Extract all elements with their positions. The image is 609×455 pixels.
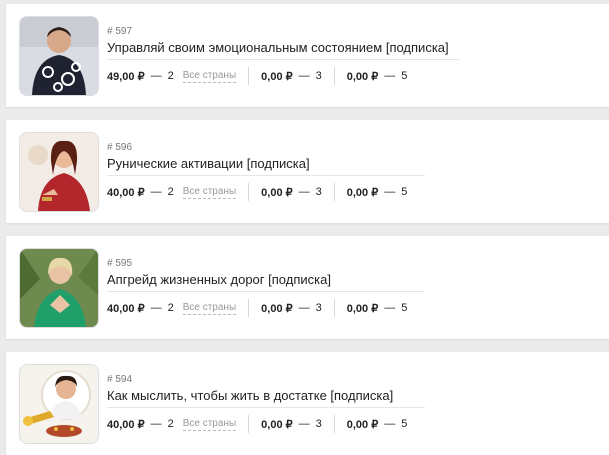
divider [333,67,335,85]
price-tier-2: 0,00 ₽ — 3 [261,186,322,199]
price-tier-3: 0,00 ₽ — 5 [347,418,408,431]
price-tier-1: 40,00 ₽ — 2 Все страны [107,302,237,315]
dash: — [384,418,396,430]
dash: — [384,70,396,82]
product-title[interactable]: Апгрейд жизненных дорог [подписка] [107,272,331,287]
tier-count: 3 [315,70,322,82]
dash: — [298,186,310,198]
product-card[interactable]: # 594 Как мыслить, чтобы жить в достатке… [6,352,609,455]
tier-count: 3 [315,186,322,198]
price-tier-3: 0,00 ₽ — 5 [347,70,408,83]
price-tier-3: 0,00 ₽ — 5 [347,302,408,315]
dash: — [150,418,162,430]
divider [248,415,250,433]
price-value: 40,00 ₽ [107,186,145,199]
tier-count: 2 [167,418,174,430]
product-card[interactable]: # 595 Апгрейд жизненных дорог [подписка]… [6,236,609,339]
price-row: 40,00 ₽ — 2 Все страны 0,00 ₽ — 3 0,00 ₽… [107,414,407,434]
product-thumbnail[interactable] [19,132,99,212]
price-value: 40,00 ₽ [107,418,145,431]
tier-count: 2 [167,186,174,198]
price-tier-2: 0,00 ₽ — 3 [261,418,322,431]
tier-count: 2 [167,70,174,82]
divider [333,415,335,433]
price-row: 49,00 ₽ — 2 Все страны 0,00 ₽ — 3 0,00 ₽… [107,66,407,86]
price-value: 40,00 ₽ [107,302,145,315]
price-value: 0,00 ₽ [261,302,293,315]
price-value: 0,00 ₽ [261,418,293,431]
divider [107,59,459,60]
dash: — [298,302,310,314]
dash: — [150,186,162,198]
price-value: 0,00 ₽ [261,186,293,199]
product-card[interactable]: # 597 Управляй своим эмоциональным состо… [6,4,609,107]
product-title[interactable]: Рунические активации [подписка] [107,156,310,171]
price-tier-1: 49,00 ₽ — 2 Все страны [107,70,237,83]
price-value: 0,00 ₽ [261,70,293,83]
price-value: 0,00 ₽ [346,418,379,431]
product-id: # 594 [107,374,133,385]
price-tier-2: 0,00 ₽ — 3 [261,302,322,315]
price-tier-1: 40,00 ₽ — 2 Все страны [107,186,237,199]
divider [248,183,250,201]
dash: — [150,302,162,314]
price-tier-2: 0,00 ₽ — 3 [261,70,322,83]
dash: — [384,302,396,314]
countries-link[interactable]: Все страны [182,70,237,83]
tier-count: 5 [401,70,408,82]
countries-link[interactable]: Все страны [182,186,237,199]
tier-count: 3 [315,302,322,314]
divider [248,299,250,317]
price-value: 0,00 ₽ [346,302,379,315]
product-thumbnail[interactable] [19,248,99,328]
divider [107,407,425,408]
tier-count: 5 [401,186,408,198]
product-id: # 595 [107,258,133,269]
price-value: 49,00 ₽ [107,70,145,83]
divider [333,299,335,317]
countries-link[interactable]: Все страны [182,418,237,431]
product-thumbnail[interactable] [19,364,99,444]
dash: — [298,418,310,430]
divider [107,291,425,292]
tier-count: 5 [401,418,408,430]
tier-count: 5 [401,302,408,314]
price-tier-3: 0,00 ₽ — 5 [347,186,408,199]
price-value: 0,00 ₽ [346,186,379,199]
dash: — [150,70,162,82]
tier-count: 2 [167,302,174,314]
product-id: # 597 [107,26,133,37]
divider [248,67,250,85]
divider [107,175,425,176]
product-card[interactable]: # 596 Рунические активации [подписка] 40… [6,120,609,223]
price-row: 40,00 ₽ — 2 Все страны 0,00 ₽ — 3 0,00 ₽… [107,298,407,318]
product-title[interactable]: Управляй своим эмоциональным состоянием … [107,40,449,55]
countries-link[interactable]: Все страны [182,302,237,315]
price-tier-1: 40,00 ₽ — 2 Все страны [107,418,237,431]
dash: — [298,70,310,82]
divider [333,183,335,201]
price-value: 0,00 ₽ [346,70,379,83]
product-thumbnail[interactable] [19,16,99,96]
price-row: 40,00 ₽ — 2 Все страны 0,00 ₽ — 3 0,00 ₽… [107,182,407,202]
product-title[interactable]: Как мыслить, чтобы жить в достатке [подп… [107,388,393,403]
dash: — [384,186,396,198]
product-id: # 596 [107,142,133,153]
tier-count: 3 [315,418,322,430]
